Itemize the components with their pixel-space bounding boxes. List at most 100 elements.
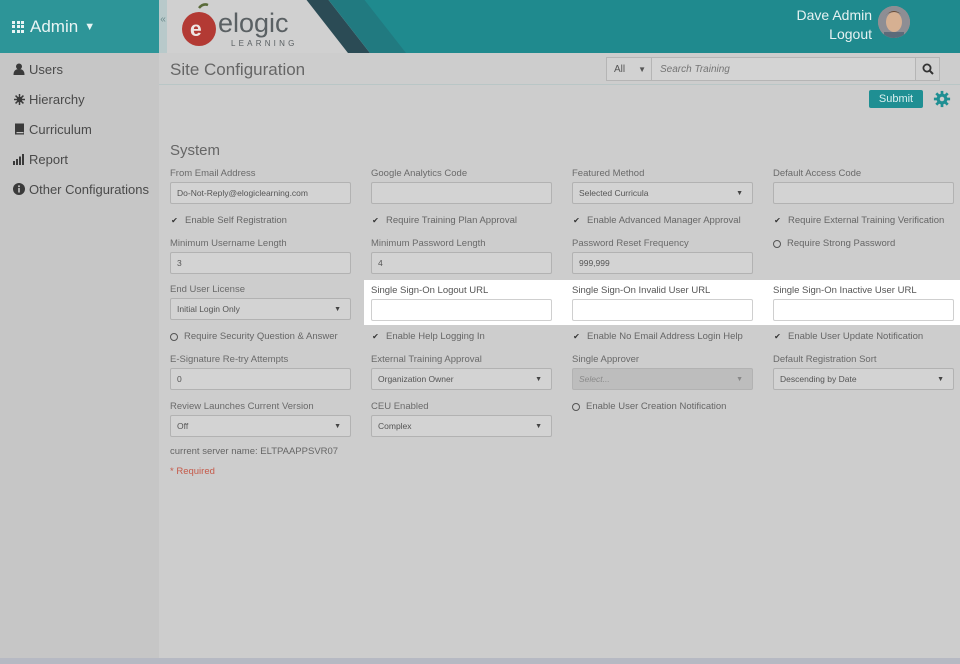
sidebar-item-hierarchy[interactable]: Hierarchy	[0, 84, 159, 114]
radio-icon	[773, 239, 781, 248]
top-header: Admin ▼ « e elogic LEARNING Dave Admin L…	[0, 0, 960, 53]
sidebar-item-label: Report	[29, 151, 69, 167]
training-plan-approval-checkbox[interactable]: ✔ Require Training Plan Approval	[371, 215, 517, 226]
sso-logout-input[interactable]	[371, 299, 552, 321]
end-user-license-select[interactable]: Initial Login Only ▼	[170, 298, 351, 320]
sidebar-item-report[interactable]: Report	[0, 144, 159, 174]
ceu-enabled-select[interactable]: Complex ▼	[371, 415, 552, 437]
single-approver-select[interactable]: Select... ▼	[572, 368, 753, 390]
sidebar-item-curriculum[interactable]: Curriculum	[0, 114, 159, 144]
caret-down-icon: ▼	[937, 375, 944, 383]
admin-menu-label: Admin	[30, 16, 79, 36]
sidebar-item-other-configurations[interactable]: Other Configurations	[0, 174, 159, 204]
review-launches-field: Review Launches Current Version Off ▼	[170, 401, 352, 437]
caret-down-icon: ▼	[535, 375, 542, 383]
esig-retry-input[interactable]: 0	[170, 368, 351, 390]
bottom-bar	[0, 658, 960, 664]
featured-method-field: Featured Method Selected Curricula ▼	[572, 168, 754, 204]
checkmark-icon: ✔	[573, 332, 580, 341]
strong-password-radio[interactable]: Require Strong Password	[773, 238, 895, 249]
min-username-input[interactable]: 3	[170, 252, 351, 274]
min-password-input[interactable]: 4	[371, 252, 552, 274]
checkmark-icon: ✔	[372, 216, 379, 225]
external-training-approval-field: External Training Approval Organization …	[371, 354, 553, 390]
hierarchy-icon	[12, 92, 26, 106]
caret-down-icon: ▼	[638, 64, 646, 74]
caret-down-icon: ▼	[736, 375, 743, 383]
help-logging-checkbox[interactable]: ✔ Enable Help Logging In	[371, 331, 485, 342]
chevron-down-icon: ▼	[84, 20, 96, 33]
bar-chart-icon	[12, 152, 26, 166]
radio-icon	[572, 402, 580, 411]
sso-invalid-user-field: Single Sign-On Invalid User URL	[572, 285, 754, 321]
checkmark-icon: ✔	[573, 216, 580, 225]
default-registration-sort-field: Default Registration Sort Descending by …	[773, 354, 955, 390]
user-update-notification-checkbox[interactable]: ✔ Enable User Update Notification	[773, 331, 923, 342]
search-button[interactable]	[916, 57, 940, 81]
single-approver-field: Single Approver Select... ▼	[572, 354, 754, 390]
sso-logout-field: Single Sign-On Logout URL	[371, 285, 553, 321]
search-filter-select[interactable]: All ▼	[606, 57, 652, 81]
advanced-manager-approval-checkbox[interactable]: ✔ Enable Advanced Manager Approval	[572, 215, 741, 226]
sidebar-collapse-toggle[interactable]: «	[159, 0, 167, 53]
avatar[interactable]	[878, 6, 910, 38]
admin-menu[interactable]: Admin ▼	[0, 0, 159, 53]
svg-text:LEARNING: LEARNING	[231, 39, 298, 48]
sidebar: Users Hierarchy Curriculum Report Other …	[0, 53, 159, 664]
search-bar: All ▼	[606, 57, 940, 81]
svg-text:elogic: elogic	[218, 8, 289, 38]
sso-highlight-row: Single Sign-On Logout URL Single Sign-On…	[364, 280, 960, 325]
password-reset-field: Password Reset Frequency 999,999	[572, 238, 754, 274]
no-email-login-help-checkbox[interactable]: ✔ Enable No Email Address Login Help	[572, 331, 743, 342]
from-email-input[interactable]: Do-Not-Reply@elogiclearning.com	[170, 182, 351, 204]
review-launches-select[interactable]: Off ▼	[170, 415, 351, 437]
sidebar-item-label: Curriculum	[29, 121, 92, 137]
esig-retry-field: E-Signature Re-try Attempts 0	[170, 354, 352, 390]
caret-down-icon: ▼	[736, 189, 743, 197]
google-analytics-field: Google Analytics Code	[371, 168, 553, 204]
user-creation-notification-radio[interactable]: Enable User Creation Notification	[572, 401, 726, 412]
min-username-field: Minimum Username Length 3	[170, 238, 352, 274]
sidebar-item-users[interactable]: Users	[0, 54, 159, 84]
main-content: Site Configuration All ▼ Submit System F…	[159, 53, 960, 658]
min-password-field: Minimum Password Length 4	[371, 238, 553, 274]
logout-link[interactable]: Logout	[829, 26, 872, 42]
default-access-code-input[interactable]	[773, 182, 954, 204]
password-reset-input[interactable]: 999,999	[572, 252, 753, 274]
external-training-approval-select[interactable]: Organization Owner ▼	[371, 368, 552, 390]
grid-icon	[12, 20, 24, 33]
external-training-verification-checkbox[interactable]: ✔ Require External Training Verification	[773, 215, 944, 226]
required-note: * Required	[170, 466, 215, 477]
sidebar-item-label: Users	[29, 61, 63, 77]
svg-text:e: e	[190, 18, 202, 41]
self-registration-checkbox[interactable]: ✔ Enable Self Registration	[170, 215, 287, 226]
default-registration-sort-select[interactable]: Descending by Date ▼	[773, 368, 954, 390]
book-icon	[12, 122, 26, 136]
search-icon	[922, 63, 934, 75]
google-analytics-input[interactable]	[371, 182, 552, 204]
checkmark-icon: ✔	[171, 216, 178, 225]
checkmark-icon: ✔	[372, 332, 379, 341]
security-question-radio[interactable]: Require Security Question & Answer	[170, 331, 338, 342]
featured-method-select[interactable]: Selected Curricula ▼	[572, 182, 753, 204]
sso-invalid-user-input[interactable]	[572, 299, 753, 321]
radio-icon	[170, 332, 178, 341]
ceu-enabled-field: CEU Enabled Complex ▼	[371, 401, 553, 437]
from-email-field: From Email Address Do-Not-Reply@elogicle…	[170, 168, 352, 204]
caret-down-icon: ▼	[334, 305, 341, 313]
user-name: Dave Admin	[796, 7, 872, 23]
end-user-license-field: End User License Initial Login Only ▼	[170, 284, 352, 320]
gear-icon[interactable]	[933, 90, 951, 108]
search-input[interactable]	[652, 57, 916, 81]
default-access-code-field: Default Access Code	[773, 168, 955, 204]
sso-inactive-user-input[interactable]	[773, 299, 954, 321]
caret-down-icon: ▼	[334, 422, 341, 430]
submit-button[interactable]: Submit	[869, 90, 923, 108]
user-icon	[12, 62, 26, 76]
checkmark-icon: ✔	[774, 216, 781, 225]
page-title: Site Configuration	[170, 60, 306, 79]
server-name: current server name: ELTPAAPPSVR07	[170, 446, 339, 457]
info-icon	[12, 182, 26, 196]
elogic-logo[interactable]: e elogic LEARNING	[180, 2, 315, 50]
caret-down-icon: ▼	[535, 422, 542, 430]
